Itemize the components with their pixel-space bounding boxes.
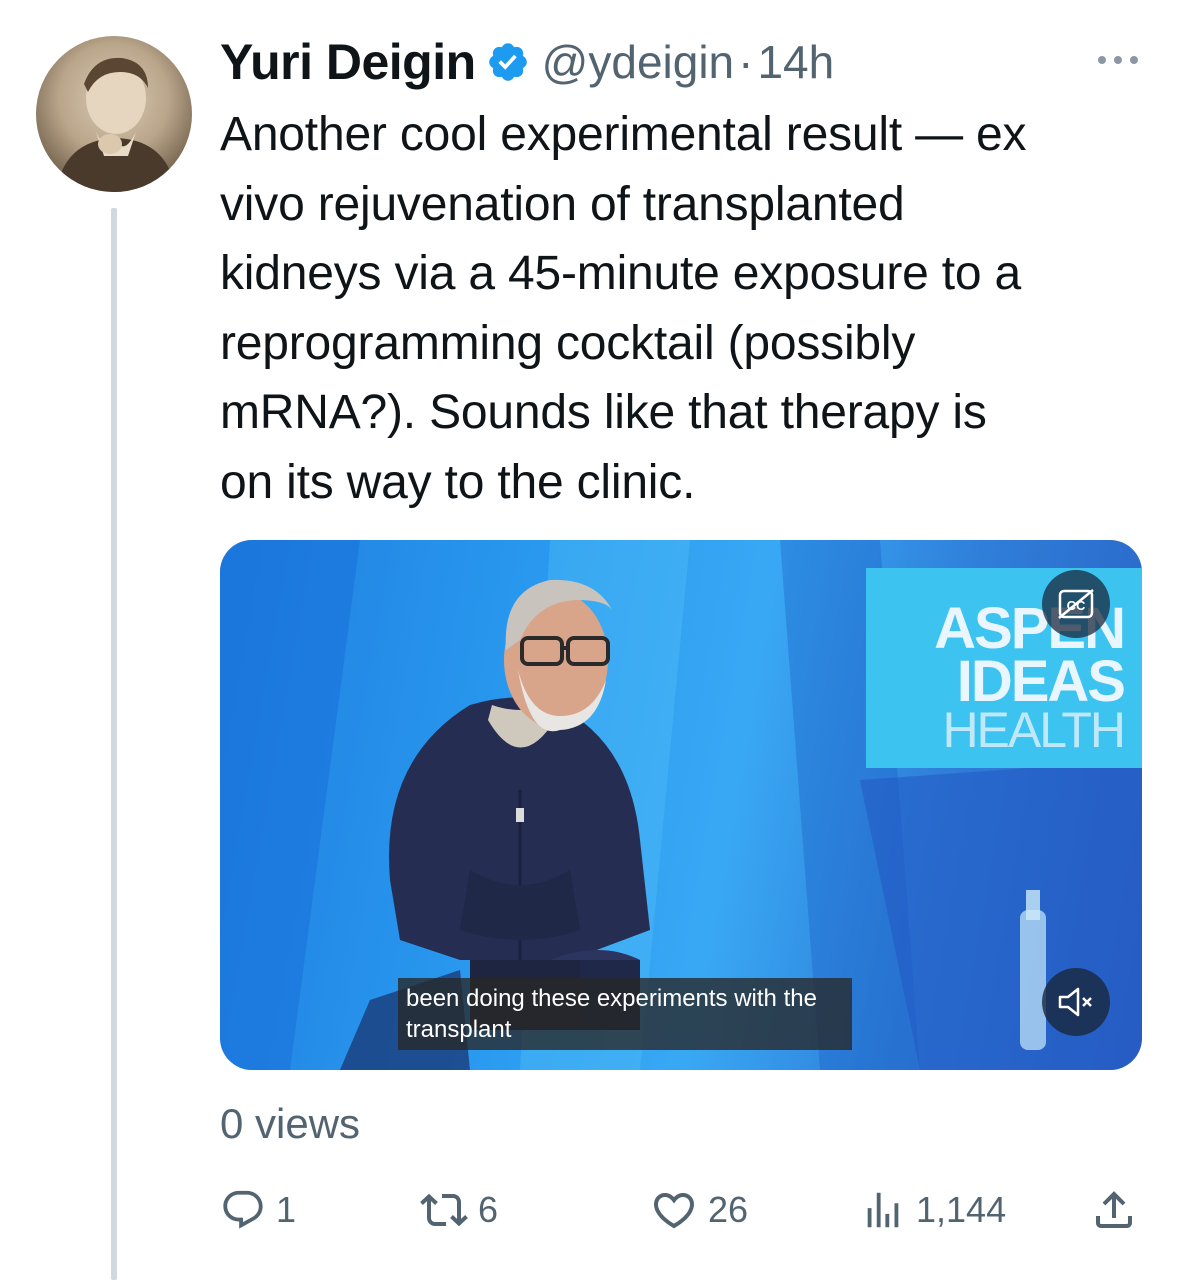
reply-count: 1 (276, 1189, 297, 1230)
reply-button[interactable]: 1 (220, 1180, 296, 1240)
separator-dot: · (738, 36, 754, 88)
more-icon[interactable] (1093, 40, 1143, 80)
analytics-icon (867, 1192, 899, 1228)
author-handle[interactable]: @ydeigin (542, 35, 734, 89)
thread-line (111, 208, 117, 1280)
share-button[interactable] (1090, 1180, 1138, 1240)
closed-captions-icon: CC (1058, 589, 1094, 619)
tweet-header: Yuri Deigin @ydeigin · 14h (220, 30, 1143, 94)
verified-badge-icon (488, 43, 527, 81)
muted-speaker-icon (1058, 987, 1092, 1017)
like-count: 26 (708, 1189, 749, 1230)
avatar-portrait (56, 57, 176, 192)
brand-line-3: HEALTH (942, 702, 1126, 758)
repost-icon (420, 1193, 468, 1227)
analytics-button[interactable]: 1,144 (860, 1180, 1006, 1240)
view-count: 1,144 (916, 1189, 1007, 1230)
tweet-text: Another cool experimental result — ex vi… (220, 108, 1027, 509)
author-name[interactable]: Yuri Deigin (220, 33, 476, 91)
share-icon (1096, 1191, 1132, 1228)
mute-button[interactable] (1042, 968, 1110, 1036)
reply-icon (223, 1190, 263, 1229)
closed-captions-button[interactable]: CC (1042, 570, 1110, 638)
video-player[interactable]: ASPEN IDEAS HEALTH CC been doing these e… (220, 540, 1142, 1070)
views-count-label: 0 views (220, 1100, 361, 1147)
author-avatar[interactable] (36, 36, 192, 192)
video-caption: been doing these experiments with the tr… (398, 978, 852, 1050)
tweet-actions-bar: 1 6 26 1,144 (220, 1180, 1142, 1240)
like-button[interactable]: 26 (650, 1180, 748, 1240)
repost-button[interactable]: 6 (420, 1180, 498, 1240)
repost-count: 6 (478, 1189, 499, 1230)
tweet-time[interactable]: 14h (757, 35, 834, 89)
heart-icon (653, 1193, 695, 1229)
